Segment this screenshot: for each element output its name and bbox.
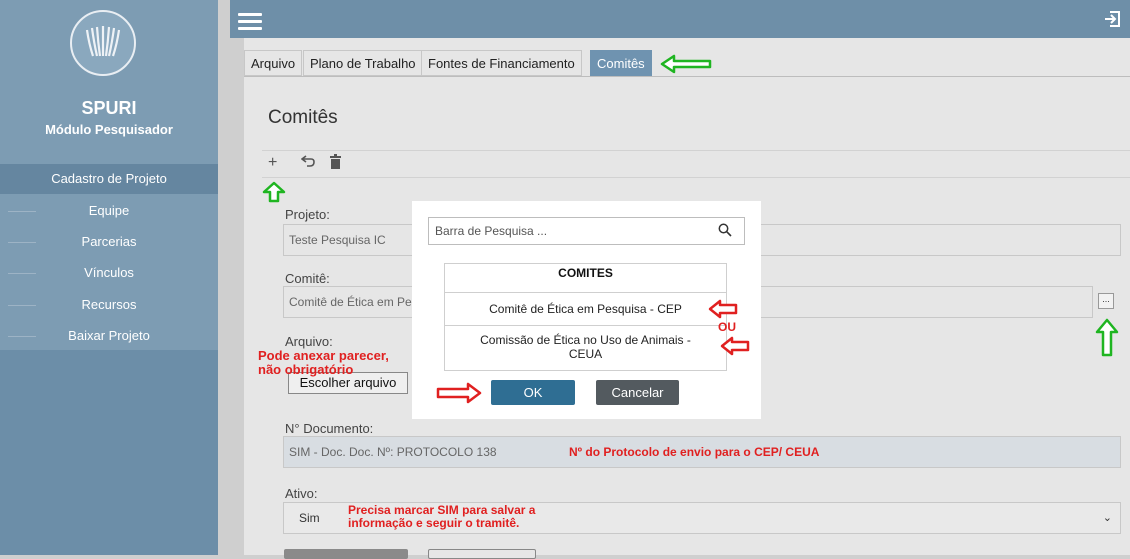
- tab-comites[interactable]: Comitês: [590, 50, 652, 76]
- logout-icon[interactable]: [1104, 10, 1122, 28]
- cancel-button[interactable]: Cancelar: [596, 380, 679, 405]
- ativo-value: Sim: [299, 511, 320, 525]
- note-protocolo: Nº do Protocolo de envio para o CEP/ CEU…: [569, 445, 820, 459]
- sidebar-item-vinculos[interactable]: Vínculos: [0, 258, 218, 288]
- app-subtitle: Módulo Pesquisador: [45, 122, 173, 137]
- sidebar-item-label: Equipe: [88, 203, 130, 218]
- hamburger-icon[interactable]: [238, 13, 262, 31]
- sidebar-item-label: Baixar Projeto: [68, 328, 150, 343]
- red-arrow-right-icon: [436, 382, 482, 404]
- sidebar-item-cadastro-de-projeto[interactable]: Cadastro de Projeto: [0, 164, 218, 194]
- sidebar-item-label: Vínculos: [84, 265, 134, 280]
- sidebar-item-baixar-projeto[interactable]: Baixar Projeto: [0, 321, 218, 351]
- comite-lookup-button[interactable]: ...: [1098, 293, 1114, 309]
- list-header: COMITES: [558, 266, 613, 280]
- undo-icon[interactable]: [300, 154, 315, 173]
- logo-emblem-icon: [85, 26, 121, 57]
- green-arrow-left-icon: [660, 54, 712, 74]
- comite-label: Comitê:: [285, 271, 330, 286]
- sidebar-item-label: Recursos: [81, 297, 137, 312]
- red-arrow-left-icon: [720, 336, 750, 356]
- dash-icon: [8, 336, 36, 337]
- search-input[interactable]: Barra de Pesquisa ...: [428, 217, 745, 245]
- tab-fontes-de-financiamento[interactable]: Fontes de Financiamento: [421, 50, 582, 76]
- sidebar-item-equipe[interactable]: Equipe: [0, 196, 218, 226]
- note-anexar-parecer: Pode anexar parecer, não obrigatório: [258, 348, 389, 377]
- save-button[interactable]: [284, 549, 408, 559]
- sidebar-item-label: Parcerias: [81, 234, 137, 249]
- row-divider: [444, 292, 727, 293]
- note-marcar-sim: Precisa marcar SIM para salvar a informa…: [348, 503, 536, 530]
- dash-icon: [8, 273, 36, 274]
- page-title: Comitês: [268, 107, 338, 128]
- dash-icon: [8, 242, 36, 243]
- green-arrow-up-icon: [262, 181, 286, 203]
- row-divider: [444, 325, 727, 326]
- green-arrow-up-icon: [1095, 318, 1119, 357]
- toolbar: [262, 150, 1130, 178]
- projeto-label: Projeto:: [285, 207, 330, 222]
- sidebar-item-label: Cadastro de Projeto: [51, 171, 167, 186]
- arquivo-label: Arquivo:: [285, 334, 333, 349]
- tab-arquivo[interactable]: Arquivo: [244, 50, 303, 76]
- red-arrow-left-icon: [708, 299, 738, 319]
- ativo-label: Ativo:: [285, 486, 318, 501]
- search-icon[interactable]: [718, 223, 732, 237]
- sidebar-lower-panel: [0, 350, 218, 555]
- logo: [70, 10, 136, 76]
- chevron-down-icon: ⌄: [1102, 512, 1112, 524]
- sidebar-item-recursos[interactable]: Recursos: [0, 290, 218, 320]
- dash-icon: [8, 305, 36, 306]
- app-title: SPURI: [81, 98, 137, 118]
- plus-icon[interactable]: +: [268, 154, 277, 172]
- note-ou: OU: [718, 320, 736, 334]
- list-item-ceua[interactable]: Comissão de Ética no Uso de Animais - CE…: [445, 333, 726, 361]
- tab-plano-de-trabalho[interactable]: Plano de Trabalho: [303, 50, 423, 76]
- trash-icon[interactable]: [329, 154, 342, 174]
- list-item-cep[interactable]: Comitê de Ética em Pesquisa - CEP: [445, 302, 726, 316]
- top-bar: [230, 0, 1130, 38]
- dash-icon: [8, 211, 36, 212]
- tabs-divider: [244, 76, 1130, 77]
- ok-button[interactable]: OK: [491, 380, 575, 405]
- sidebar-item-parcerias[interactable]: Parcerias: [0, 227, 218, 257]
- documento-label: N° Documento:: [285, 421, 374, 436]
- cancel-form-button[interactable]: [428, 549, 536, 559]
